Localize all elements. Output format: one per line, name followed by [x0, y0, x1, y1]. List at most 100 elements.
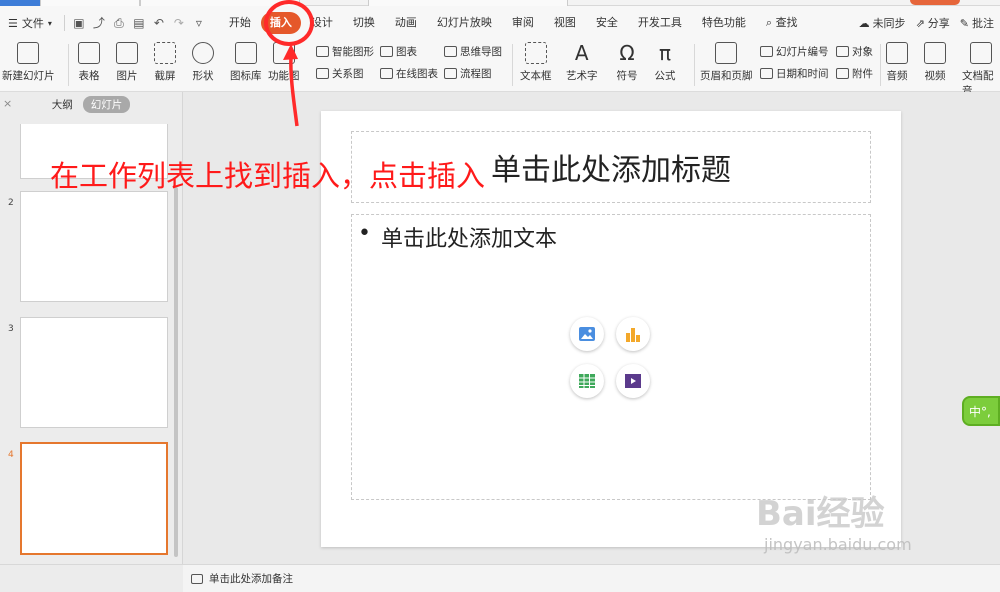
shape-button[interactable]: 形状	[192, 42, 214, 83]
share-icon: ⇗	[915, 16, 925, 30]
ime-label: 中°,	[969, 404, 991, 419]
online-chart-button[interactable]: 在线图表	[380, 66, 438, 81]
formula-label: 公式	[654, 70, 676, 82]
doc-audio-button[interactable]: 文档配音	[962, 42, 1000, 98]
audio-button[interactable]: 音频	[886, 42, 908, 83]
comment-icon: ✎	[959, 16, 969, 30]
tab-developer[interactable]: 开发工具	[628, 12, 692, 34]
bullet-mark: •	[358, 221, 371, 246]
online-chart-icon	[380, 68, 393, 79]
slide-number: 4	[8, 450, 14, 460]
notes-icon	[191, 573, 203, 584]
slide-thumbnail-selected[interactable]	[20, 442, 168, 555]
text-box-button[interactable]: 文本框	[520, 42, 552, 83]
screenshot-button[interactable]: 截屏	[154, 42, 176, 83]
tab-slideshow[interactable]: 幻灯片放映	[427, 12, 502, 34]
divider	[880, 44, 881, 86]
tab-security[interactable]: 安全	[586, 12, 628, 34]
comment-label: 批注	[972, 17, 994, 30]
smart-art-icon	[316, 46, 329, 57]
screenshot-icon	[154, 42, 176, 64]
attachment-label: 附件	[852, 68, 873, 80]
share-button[interactable]: ⇗ 分享	[916, 15, 950, 31]
annotation-arrow	[283, 44, 299, 127]
date-time-label: 日期和时间	[776, 68, 829, 80]
tab-animation[interactable]: 动画	[385, 12, 427, 34]
table-button[interactable]: 表格	[78, 42, 100, 83]
symbol-button[interactable]: Ω 符号	[616, 42, 638, 83]
account-button[interactable]	[910, 0, 960, 5]
save-icon[interactable]: ▣	[72, 16, 86, 30]
sync-button[interactable]: ☁ 未同步	[859, 15, 906, 31]
attachment-button[interactable]: 附件	[836, 66, 873, 81]
notes-bar[interactable]: 单击此处添加备注	[183, 564, 1000, 592]
file-menu[interactable]: ☰ 文件 ▾	[0, 12, 60, 34]
bullet-line: • 单击此处添加文本	[358, 221, 557, 253]
tab-view[interactable]: 视图	[544, 12, 586, 34]
picture-button[interactable]: 图片	[116, 42, 138, 83]
new-slide-button[interactable]: 新建幻灯片	[2, 42, 55, 83]
redo-icon[interactable]: ↷	[172, 16, 186, 30]
header-footer-label: 页眉和页脚	[700, 70, 753, 82]
chart-button[interactable]: 图表	[380, 44, 417, 59]
text-box-icon	[524, 42, 547, 64]
header-footer-button[interactable]: 页眉和页脚	[700, 42, 753, 83]
flow-chart-label: 流程图	[460, 68, 492, 80]
file-menu-label: 文件	[21, 17, 44, 30]
insert-table-button[interactable]	[570, 364, 604, 398]
new-slide-icon	[17, 42, 40, 64]
undo-icon[interactable]: ↶	[152, 16, 166, 30]
notes-placeholder: 单击此处添加备注	[209, 573, 293, 585]
tab-home[interactable]: 开始	[219, 12, 261, 34]
share-label: 分享	[927, 17, 950, 30]
close-icon[interactable]: ×	[3, 97, 12, 110]
tab-transition[interactable]: 切换	[343, 12, 385, 34]
insert-chart-button[interactable]	[616, 317, 650, 351]
video-button[interactable]: 视频	[924, 42, 946, 83]
mind-map-label: 思维导图	[460, 46, 502, 58]
export-icon[interactable]: ⤴	[92, 16, 106, 30]
formula-button[interactable]: π 公式	[654, 42, 676, 83]
slide-thumbnail[interactable]	[20, 317, 168, 428]
print-icon[interactable]: ⎙	[112, 16, 126, 30]
calendar-icon	[760, 68, 773, 79]
search-button[interactable]: ⌕ 查找	[756, 12, 808, 34]
mind-map-button[interactable]: 思维导图	[444, 44, 502, 59]
insert-ribbon: 新建幻灯片 表格 图片 截屏 形状 图标库 功能图 智能图形 关系图 图表 在线…	[0, 40, 1000, 97]
divider	[512, 44, 513, 86]
slide-number-button[interactable]: 幻灯片编号	[760, 44, 829, 59]
slide-number-label: 幻灯片编号	[776, 46, 829, 58]
tab-features[interactable]: 特色功能	[692, 12, 756, 34]
text-box-label: 文本框	[520, 70, 552, 82]
customize-icon[interactable]: ▿	[192, 16, 206, 30]
word-art-label: 艺术字	[566, 70, 598, 82]
body-placeholder[interactable]: • 单击此处添加文本	[351, 214, 871, 500]
date-time-button[interactable]: 日期和时间	[760, 66, 829, 81]
smart-art-button[interactable]: 智能图形	[316, 44, 374, 59]
omega-icon: Ω	[619, 41, 635, 65]
object-button[interactable]: 对象	[836, 44, 873, 59]
body-placeholder-text: 单击此处添加文本	[380, 227, 557, 252]
video-icon	[924, 42, 946, 64]
tab-slides[interactable]: 幻灯片	[82, 95, 131, 113]
insert-picture-button[interactable]	[570, 317, 604, 351]
picture-icon	[116, 42, 138, 64]
relation-chart-button[interactable]: 关系图	[316, 66, 364, 81]
annotation-circle	[264, 0, 314, 46]
slide-thumbnail[interactable]	[20, 191, 168, 302]
flow-chart-button[interactable]: 流程图	[444, 66, 492, 81]
video-label: 视频	[924, 70, 946, 82]
scrollbar[interactable]	[174, 187, 178, 557]
insert-video-button[interactable]	[616, 364, 650, 398]
smart-art-label: 智能图形	[332, 46, 374, 58]
tab-review[interactable]: 审阅	[502, 12, 544, 34]
pi-icon: π	[658, 41, 672, 65]
ime-indicator[interactable]: 中°,	[962, 396, 1000, 426]
icon-library-button[interactable]: 图标库	[230, 42, 262, 83]
tab-outline[interactable]: 大纲	[52, 97, 73, 112]
divider	[68, 44, 69, 86]
comment-button[interactable]: ✎ 批注	[960, 15, 994, 31]
print-preview-icon[interactable]: ▤	[132, 16, 146, 30]
word-art-button[interactable]: A 艺术字	[566, 42, 598, 83]
cloud-icon: ☁	[858, 16, 870, 30]
